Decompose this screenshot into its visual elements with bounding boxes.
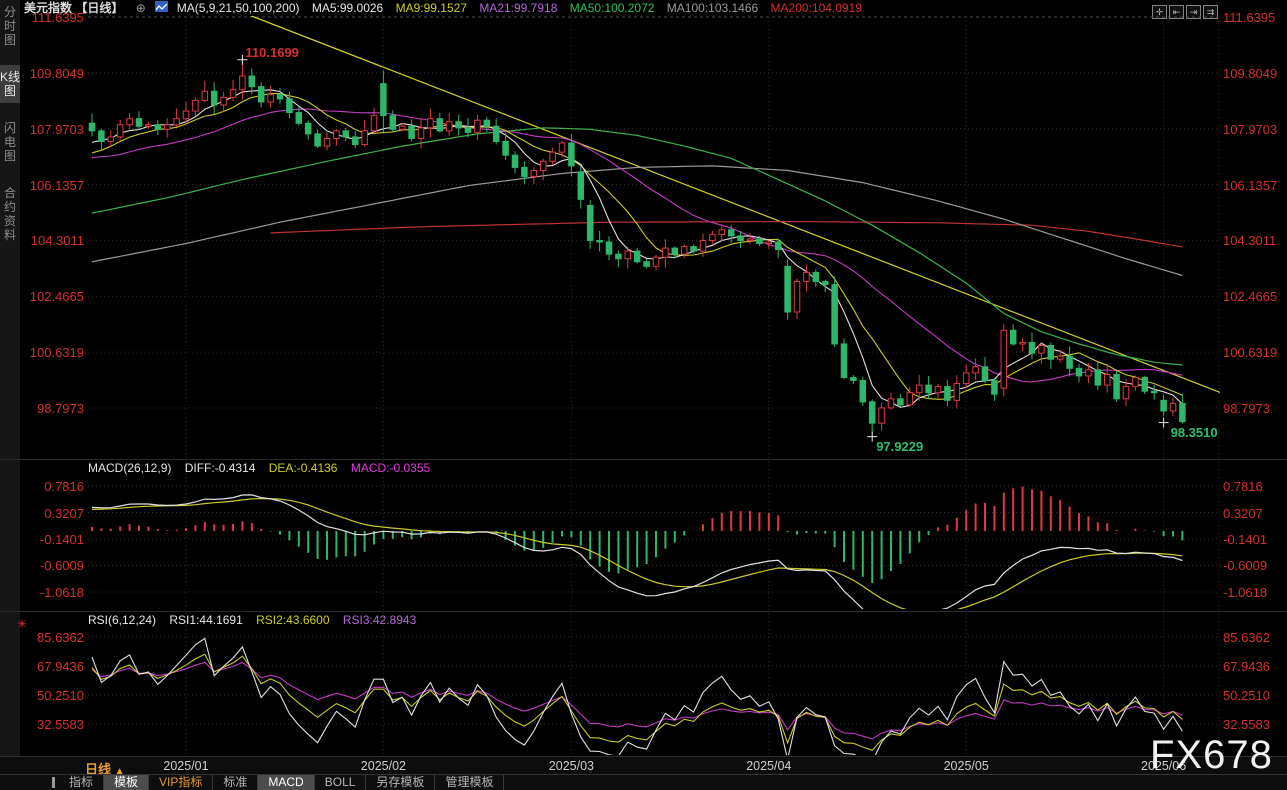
main-axis-tick-left: 98.7973 — [22, 401, 84, 416]
macd-dea-value: DEA:-0.4136 — [269, 461, 338, 475]
macd-panel — [92, 487, 1182, 625]
rsi-axis-tick-right: 67.9436 — [1223, 659, 1270, 674]
rsi2-value: RSI2:43.6600 — [256, 613, 329, 627]
macd-axis-tick-right: 0.3207 — [1223, 506, 1263, 521]
macd-axis-tick-right: -0.1401 — [1223, 532, 1267, 547]
trading-app-window: 分时图K线图闪电图合约资料 美元指数 【日线】 ⊕MA(5,9,21,50,10… — [0, 0, 1287, 790]
chart-canvas[interactable] — [0, 0, 1287, 790]
rsi-axis-tick-left: 50.2510 — [22, 688, 84, 703]
price-marker-cross — [1159, 418, 1169, 428]
rsi-panel — [92, 638, 1182, 761]
last-price-label: 98.3510 — [1171, 425, 1218, 440]
macd-axis-tick-right: 0.7816 — [1223, 479, 1263, 494]
macd-axis-tick-left: -1.0618 — [22, 585, 84, 600]
macd-diff-value: DIFF:-0.4314 — [185, 461, 256, 475]
month-label: 2025/02 — [361, 759, 406, 773]
toolbar-item-标准[interactable]: 标准 — [213, 775, 258, 790]
toolbar-item-管理模板[interactable]: 管理模板 — [435, 775, 504, 790]
macd-axis-tick-right: -0.6009 — [1223, 558, 1267, 573]
macd-axis-tick-left: 0.7816 — [22, 479, 84, 494]
main-axis-tick-left: 102.4665 — [22, 289, 84, 304]
macd-rsi-divider — [0, 611, 1287, 612]
rsi1-value: RSI1:44.1691 — [169, 613, 242, 627]
macd-title: MACD(26,12,9) — [88, 461, 171, 475]
gridlines — [88, 17, 1219, 754]
toolbar-item-指标[interactable]: 指标 — [59, 775, 104, 790]
main-axis-tick-left: 106.1357 — [22, 178, 84, 193]
watermark: FX678 — [1150, 733, 1273, 778]
main-axis-tick-right: 109.8049 — [1223, 66, 1277, 81]
main-axis-tick-right: 102.4665 — [1223, 289, 1277, 304]
candlestick-panel — [89, 11, 1224, 435]
toolbar-item-模板[interactable]: 模板 — [104, 775, 149, 790]
macd-axis-tick-left: -0.1401 — [22, 532, 84, 547]
rsi3-value: RSI3:42.8943 — [343, 613, 416, 627]
main-axis-tick-left: 104.3011 — [22, 233, 84, 248]
main-axis-tick-right: 104.3011 — [1223, 233, 1276, 248]
x-axis-strip: 日线 ▲ 2025/012025/022025/032025/042025/05… — [0, 756, 1287, 774]
rsi-axis-tick-left: 32.5583 — [22, 717, 84, 732]
main-axis-tick-left: 107.9703 — [22, 122, 84, 137]
month-label: 2025/01 — [163, 759, 208, 773]
bottom-toolbar: 指标模板VIP指标标准MACDBOLL另存模板管理模板 — [0, 774, 1287, 790]
toolbar-drag-handle[interactable] — [52, 777, 55, 788]
rsi-axis-tick-right: 50.2510 — [1223, 688, 1270, 703]
main-axis-tick-left: 111.6395 — [22, 10, 84, 25]
main-axis-tick-right: 100.6319 — [1223, 345, 1277, 360]
main-macd-divider — [0, 459, 1287, 460]
main-axis-tick-right: 107.9703 — [1223, 122, 1277, 137]
month-label: 2025/04 — [746, 759, 791, 773]
rsi-settings-icon[interactable]: ✳ — [17, 617, 27, 631]
toolbar-item-另存模板[interactable]: 另存模板 — [366, 775, 435, 790]
macd-header: MACD(26,12,9) DIFF:-0.4314 DEA:-0.4136 M… — [88, 461, 440, 476]
toolbar-item-BOLL[interactable]: BOLL — [315, 775, 367, 790]
month-label: 2025/03 — [549, 759, 594, 773]
rsi-axis-tick-left: 67.9436 — [22, 659, 84, 674]
toolbar-item-VIP指标[interactable]: VIP指标 — [149, 775, 213, 790]
rsi-axis-tick-right: 85.6362 — [1223, 630, 1270, 645]
macd-axis-tick-right: -1.0618 — [1223, 585, 1267, 600]
macd-axis-tick-left: 0.3207 — [22, 506, 84, 521]
rsi-title: RSI(6,12,24) — [88, 613, 156, 627]
rsi-axis-tick-right: 32.5583 — [1223, 717, 1270, 732]
main-axis-tick-left: 109.8049 — [22, 66, 84, 81]
main-axis-tick-right: 98.7973 — [1223, 401, 1270, 416]
macd-axis-tick-left: -0.6009 — [22, 558, 84, 573]
toolbar-item-MACD[interactable]: MACD — [258, 775, 314, 790]
trough-price-label: 97.9229 — [876, 439, 923, 454]
rsi-header: RSI(6,12,24) RSI1:44.1691 RSI2:43.6600 R… — [88, 613, 426, 628]
month-label: 2025/05 — [944, 759, 989, 773]
peak-price-label: 110.1699 — [245, 45, 299, 60]
rsi-axis-tick-left: 85.6362 — [22, 630, 84, 645]
main-axis-tick-left: 100.6319 — [22, 345, 84, 360]
macd-hist-value: MACD:-0.0355 — [351, 461, 430, 475]
main-axis-tick-right: 111.6395 — [1223, 10, 1275, 25]
main-axis-tick-right: 106.1357 — [1223, 178, 1277, 193]
